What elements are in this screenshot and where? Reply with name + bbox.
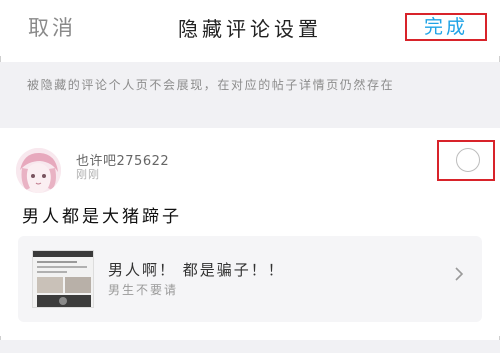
post-thumbnail-image xyxy=(33,251,93,307)
linked-post-card[interactable]: 男人啊！ 都是骗子！！ 男生不要请 xyxy=(18,236,482,322)
post-thumbnail xyxy=(32,250,94,308)
post-subtitle: 男生不要请 xyxy=(108,283,179,297)
comment-item: 也许吧275622 刚刚 男人都是大猪蹄子 男人啊！ 都是骗子！！ 男生不要请 xyxy=(0,128,500,336)
done-button[interactable]: 完成 xyxy=(405,13,487,41)
bottom-spacer xyxy=(0,340,500,353)
comment-content: 男人都是大猪蹄子 xyxy=(22,207,182,227)
notice-bar: 被隐藏的评论个人页不会展现，在对应的帖子详情页仍然存在 xyxy=(0,62,500,128)
select-comment-toggle[interactable] xyxy=(437,140,495,181)
header: 取消 隐藏评论设置 完成 xyxy=(0,0,500,56)
avatar-image xyxy=(16,148,61,193)
timestamp: 刚刚 xyxy=(76,168,100,181)
avatar[interactable] xyxy=(16,148,61,193)
radio-unchecked-icon[interactable] xyxy=(456,148,480,172)
notice-text: 被隐藏的评论个人页不会展现，在对应的帖子详情页仍然存在 xyxy=(27,78,395,92)
chevron-right-icon xyxy=(454,266,464,287)
post-title: 男人啊！ 都是骗子！！ xyxy=(108,261,285,279)
